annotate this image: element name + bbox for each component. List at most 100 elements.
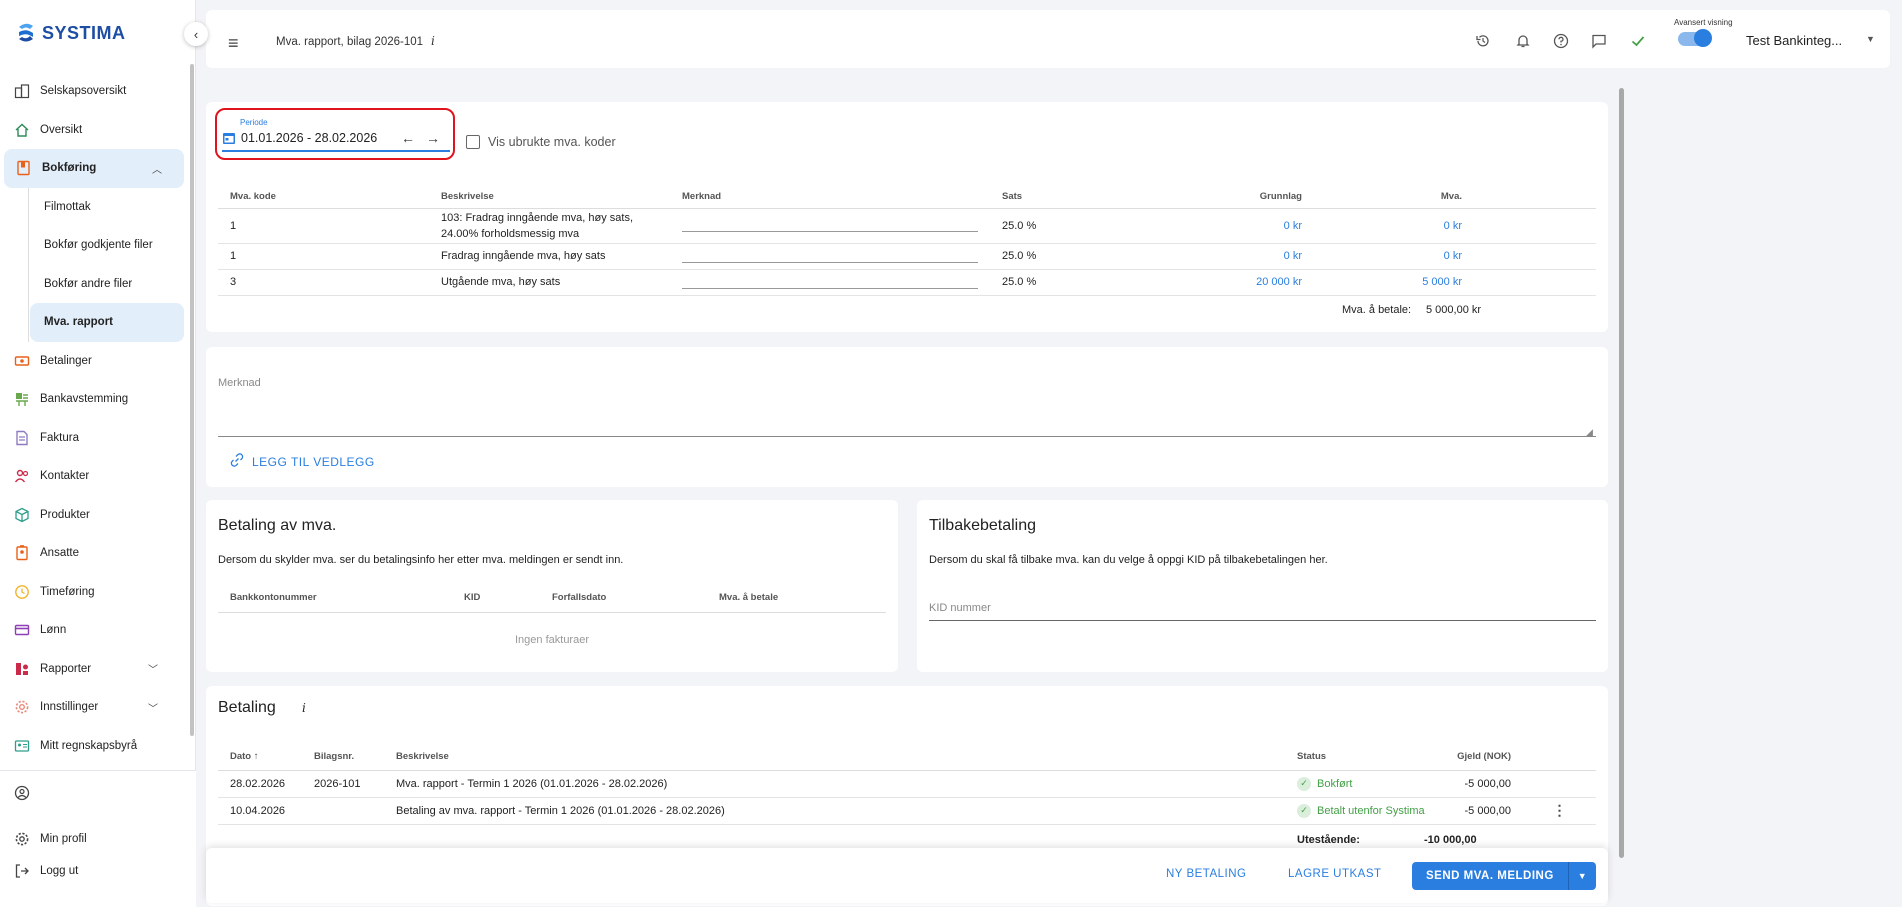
help-icon[interactable] (1552, 32, 1570, 50)
show-unused-codes-checkbox[interactable] (466, 135, 480, 149)
column-header[interactable]: Merknad (670, 186, 990, 209)
next-period-arrow-icon[interactable]: → (426, 130, 440, 146)
vat-base[interactable]: 20 000 kr (1170, 269, 1314, 296)
table-header-row: Mva. kode Beskrivelse Merknad Sats Grunn… (218, 186, 1596, 209)
sidebar-item-label: Faktura (40, 431, 79, 444)
sidebar-subitem-bokfor-andre[interactable]: Bokfør andre filer (0, 265, 190, 304)
sidebar-item-produkter[interactable]: Produkter (0, 496, 190, 535)
sidebar-item-mitt-regnskapsbyra[interactable]: Mitt regnskapsbyrå (0, 727, 190, 766)
save-draft-button[interactable]: LAGRE UTKAST (1288, 868, 1382, 880)
spacer-cell (1474, 208, 1596, 244)
sidebar-subitem-filmottak[interactable]: Filmottak (0, 188, 190, 227)
send-vat-report-button[interactable]: SEND MVA. MELDING ▼ (1412, 862, 1596, 890)
table-row[interactable]: 10.04.2026 Betaling av mva. rapport - Te… (218, 797, 1596, 825)
chevron-down-icon[interactable]: ﹀ (148, 661, 158, 676)
payment-status: ✓ Betalt utenfor Systima (1285, 797, 1445, 825)
sidebar-item-bokforing[interactable]: Bokføring ︿ (4, 149, 184, 188)
add-attachment-button[interactable]: LEGG TIL VEDLEGG (230, 453, 375, 470)
bank-reconcile-icon (14, 391, 30, 407)
vat-amount[interactable]: 0 kr (1314, 208, 1474, 244)
sidebar-item-bankavstemming[interactable]: Bankavstemming (0, 380, 190, 419)
column-header[interactable]: Sats (990, 186, 1170, 209)
sidebar-subitem-bokfor-godkjente[interactable]: Bokfør godkjente filer (0, 226, 190, 265)
account-avatar[interactable] (0, 777, 196, 809)
column-header-date[interactable]: Dato ↑ (218, 744, 302, 771)
sidebar-item-innstillinger[interactable]: Innstillinger ﹀ (0, 688, 190, 727)
column-header[interactable]: Mva. kode (218, 186, 429, 209)
column-header[interactable]: Beskrivelse (429, 186, 670, 209)
sidebar-item-selskapsoversikt[interactable]: Selskapsoversikt (0, 72, 190, 111)
vat-base[interactable]: 0 kr (1170, 208, 1314, 244)
add-attachment-label: LEGG TIL VEDLEGG (252, 454, 375, 469)
menu-icon[interactable]: ≡ (228, 33, 239, 54)
collapse-sidebar-button[interactable]: ‹ (184, 22, 208, 46)
vat-amount[interactable]: 5 000 kr (1314, 269, 1474, 296)
caret-down-icon[interactable]: ▼ (1568, 862, 1596, 890)
note-textarea-label[interactable]: Merknad (218, 377, 261, 389)
sidebar-item-timeforing[interactable]: Timeføring (0, 573, 190, 612)
sidebar-item-kontakter[interactable]: Kontakter (0, 457, 190, 496)
table-row[interactable]: 28.02.2026 2026-101 Mva. rapport - Termi… (218, 770, 1596, 798)
sidebar-item-ansatte[interactable]: Ansatte (0, 534, 190, 573)
sidebar: SYSTIMA Selskapsoversikt Oversikt Bokfør… (0, 0, 196, 907)
column-header[interactable]: Mva. (1314, 186, 1474, 209)
info-icon[interactable]: i (431, 34, 435, 48)
top-bar: ≡ Mva. rapport, bilag 2026-101 i Avansert… (206, 10, 1890, 68)
vat-base[interactable]: 0 kr (1170, 243, 1314, 270)
chevron-up-icon[interactable]: ︿ (152, 161, 162, 176)
chat-icon[interactable] (1590, 32, 1608, 50)
sidebar-item-label: Mitt regnskapsbyrå (40, 739, 138, 752)
period-input-underline (222, 150, 450, 152)
column-header[interactable]: Grunnlag (1170, 186, 1314, 209)
payment-voucher: 2026-101 (302, 770, 384, 798)
column-header: Status (1285, 744, 1445, 771)
kid-input[interactable]: KID nummer (929, 602, 991, 614)
bell-icon[interactable] (1514, 32, 1532, 50)
sidebar-item-betalinger[interactable]: Betalinger (0, 342, 190, 381)
breadcrumb: Mva. rapport, bilag 2026-101 i (276, 34, 435, 48)
check-icon[interactable] (1629, 32, 1647, 50)
resize-handle-icon[interactable]: ◢ (1586, 427, 1593, 438)
sidebar-item-rapporter[interactable]: Rapporter ﹀ (0, 650, 190, 689)
chevron-down-icon[interactable]: ﹀ (148, 700, 158, 715)
employees-icon (14, 545, 30, 561)
sidebar-item-logg-ut[interactable]: Logg ut (0, 855, 196, 887)
check-circle-icon: ✓ (1297, 776, 1311, 791)
note-input[interactable] (682, 287, 978, 289)
payment-date: 10.04.2026 (218, 797, 302, 825)
home-icon (14, 122, 30, 138)
history-icon[interactable] (1474, 32, 1492, 50)
sidebar-item-label: Produkter (40, 508, 90, 521)
sidebar-item-label: Innstillinger (40, 701, 99, 714)
sidebar-item-min-profil[interactable]: Min profil (0, 823, 196, 855)
advanced-view-toggle[interactable]: Avansert visning (1674, 18, 1733, 47)
previous-period-arrow-icon[interactable]: ← (401, 130, 415, 146)
calendar-icon[interactable] (222, 131, 236, 145)
clock-icon (14, 584, 30, 600)
payments-title: Betaling (218, 699, 276, 716)
sidebar-subitem-mva-rapport[interactable]: Mva. rapport (30, 303, 184, 342)
product-icon (14, 507, 30, 523)
sidebar-item-oversikt[interactable]: Oversikt (0, 111, 190, 150)
note-input[interactable] (682, 231, 978, 232)
sidebar-item-lonn[interactable]: Lønn (0, 611, 190, 650)
settings-icon (14, 699, 30, 715)
sidebar-scrollbar[interactable] (190, 64, 194, 736)
vat-amount[interactable]: 0 kr (1314, 243, 1474, 270)
vat-report-card: Periode 01.01.2026 - 28.02.2026 ← → Vis … (206, 102, 1608, 332)
info-icon[interactable]: i (302, 701, 306, 715)
new-payment-button[interactable]: NY BETALING (1166, 868, 1247, 880)
logout-icon (14, 863, 30, 879)
user-menu[interactable]: Test Bankinteg... (1746, 33, 1842, 48)
caret-down-icon[interactable]: ▼ (1866, 34, 1875, 44)
more-vert-icon[interactable]: ⋮ (1553, 802, 1567, 818)
toggle-track[interactable] (1678, 29, 1712, 47)
period-input[interactable]: 01.01.2026 - 28.02.2026 (241, 131, 377, 145)
sidebar-item-faktura[interactable]: Faktura (0, 419, 190, 458)
main-scrollbar[interactable] (1619, 88, 1624, 858)
note-input[interactable] (682, 261, 978, 263)
payment-description: Betaling av mva. rapport - Termin 1 2026… (384, 797, 1285, 825)
table-row: 1 103: Fradrag inngående mva, høy sats, 2… (218, 208, 1596, 244)
vat-description: Utgående mva, høy sats (429, 269, 670, 296)
systima-logo[interactable]: SYSTIMA (16, 20, 126, 46)
